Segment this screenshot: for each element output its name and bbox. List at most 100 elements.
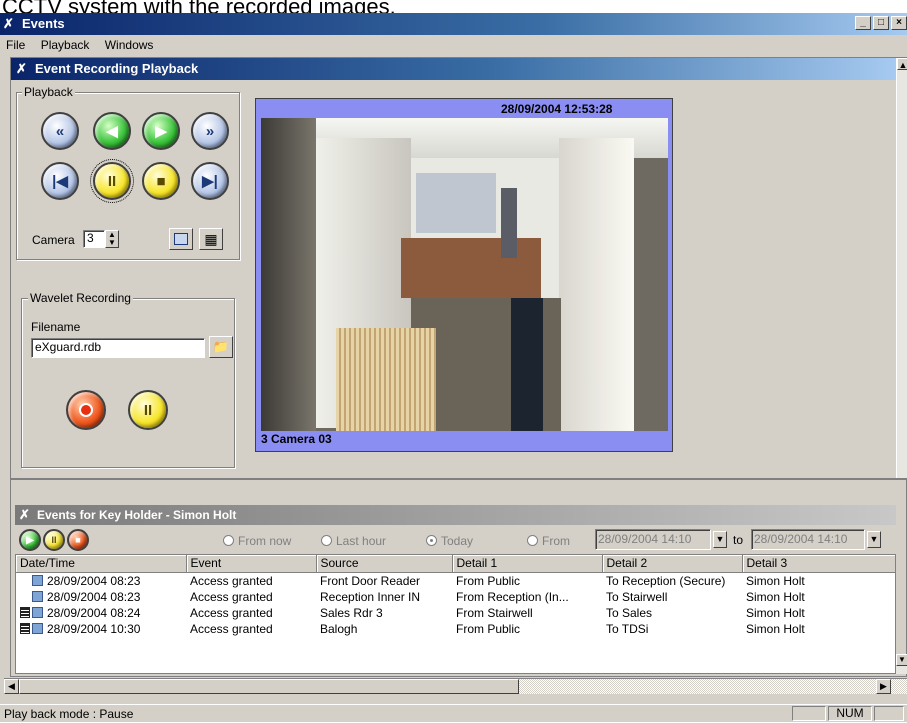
status-text: Play back mode : Pause — [4, 707, 134, 721]
playback-subwindow-title: Event Recording Playback — [35, 61, 199, 76]
camera-caption: 3 Camera 03 — [261, 432, 332, 446]
events-play-button[interactable]: ▶ — [19, 529, 41, 551]
filename-label: Filename — [31, 320, 81, 334]
table-row[interactable]: 28/09/2004 10:30 Access granted Balogh F… — [16, 621, 895, 637]
scroll-down-icon[interactable]: ▼ — [896, 654, 907, 666]
from-date-dropdown-icon[interactable]: ▼ — [713, 531, 727, 548]
events-stop-button[interactable]: ■ — [67, 529, 89, 551]
datetime-text: 28/09/2004 10:30 — [47, 621, 141, 636]
playback-group-label: Playback — [22, 85, 75, 99]
table-row[interactable]: 28/09/2004 08:23 Access granted Front Do… — [16, 572, 895, 589]
scroll-up-icon[interactable]: ▲ — [897, 58, 907, 70]
cell-detail-2: To Reception (Secure) — [606, 573, 726, 588]
camera-image — [261, 118, 668, 431]
event-icon — [32, 606, 43, 618]
cell-detail-3: Simon Holt — [746, 621, 805, 636]
browse-folder-button[interactable]: 📁 — [209, 336, 233, 358]
radio-icon — [223, 535, 234, 546]
folder-icon: 📁 — [212, 339, 230, 354]
menu-windows[interactable]: Windows — [105, 38, 154, 52]
events-app-window: Events ✗ _ □ × File Playback Windows Eve… — [0, 13, 907, 722]
horizontal-scrollbar[interactable]: ◀ ▶ — [4, 678, 907, 694]
cell-detail-2: To Stairwell — [606, 589, 668, 604]
events-title: Events for Key Holder - Simon Holt — [37, 508, 237, 522]
minimize-button[interactable]: _ — [855, 16, 871, 30]
cell-event: Access granted — [190, 589, 273, 604]
maximize-button[interactable]: □ — [873, 16, 889, 30]
film-icon[interactable] — [20, 622, 30, 634]
menu-playback[interactable]: Playback — [41, 38, 90, 52]
cell-source: Balogh — [320, 621, 358, 636]
film-icon[interactable] — [20, 606, 30, 618]
fast-forward-button[interactable]: » — [191, 112, 229, 150]
column-header-datetime[interactable]: Date/Time — [16, 555, 187, 573]
event-icon — [32, 574, 43, 586]
event-icon — [32, 622, 43, 634]
video-timestamp: 28/09/2004 12:53:28 — [501, 102, 613, 116]
cell-detail-2: To Sales — [606, 605, 653, 620]
close-button[interactable]: × — [891, 16, 907, 30]
cell-datetime: 28/09/2004 10:30 — [16, 621, 186, 637]
menu-file[interactable]: File — [6, 38, 25, 52]
to-label: to — [733, 533, 744, 547]
grid-view-button[interactable]: ▦ — [199, 228, 223, 250]
column-header-source[interactable]: Source — [316, 555, 453, 573]
vertical-scrollbar[interactable]: ▲ — [896, 58, 907, 478]
skip-last-button[interactable]: ▶| — [191, 162, 229, 200]
scrollbar-thumb[interactable] — [19, 679, 519, 694]
cell-detail-3: Simon Holt — [746, 589, 805, 604]
stop-button[interactable]: ■ — [142, 162, 180, 200]
cell-datetime: 28/09/2004 08:23 — [16, 572, 186, 589]
column-header-detail-2[interactable]: Detail 2 — [602, 555, 743, 573]
playback-subwindow-titlebar[interactable]: Event Recording Playback — [11, 58, 896, 80]
to-date-picker[interactable]: 28/09/2004 14:10 — [751, 529, 865, 550]
scroll-left-icon[interactable]: ◀ — [4, 679, 19, 694]
pause-icon: II — [143, 401, 153, 419]
table-vertical-scrollbar[interactable]: ▼ — [896, 654, 907, 674]
table-header-row: Date/Time Event Source Detail 1 Detail 2… — [16, 555, 895, 573]
scroll-right-icon[interactable]: ▶ — [876, 679, 891, 694]
to-date-dropdown-icon[interactable]: ▼ — [867, 531, 881, 548]
radio-from-now[interactable]: From now — [223, 534, 291, 548]
radio-today[interactable]: Today — [426, 534, 473, 548]
play-button[interactable]: ▶ — [142, 112, 180, 150]
window-titlebar[interactable]: Events — [0, 13, 907, 35]
camera-spinner-input[interactable]: 3 — [83, 230, 105, 248]
cell-datetime: 28/09/2004 08:24 — [16, 605, 186, 621]
from-date-picker[interactable]: 28/09/2004 14:10 — [595, 529, 711, 550]
table-row[interactable]: 28/09/2004 08:23 Access granted Receptio… — [16, 589, 895, 605]
events-pause-button[interactable]: II — [43, 529, 65, 551]
single-view-icon — [174, 233, 188, 245]
recording-pause-button[interactable]: II — [128, 390, 168, 430]
camera-spinner-arrows-icon[interactable]: ▲ ▼ — [105, 230, 119, 248]
radio-last-hour[interactable]: Last hour — [321, 534, 386, 548]
single-view-button[interactable] — [169, 228, 193, 250]
pause-button[interactable]: II — [90, 159, 134, 203]
radio-icon — [321, 535, 332, 546]
app-logo-icon: ✗ — [3, 16, 14, 31]
record-icon — [79, 403, 93, 417]
filename-input[interactable]: eXguard.rdb — [31, 338, 205, 358]
playback-subwindow: Event Recording Playback ✗ ▲ Playback « … — [10, 57, 907, 677]
events-logo-icon: ✗ — [19, 507, 30, 522]
cell-detail-1: From Reception (In... — [456, 589, 569, 604]
cell-source: Sales Rdr 3 — [320, 605, 383, 620]
column-header-detail-1[interactable]: Detail 1 — [452, 555, 603, 573]
fast-rewind-button[interactable]: « — [41, 112, 79, 150]
record-button[interactable] — [66, 390, 106, 430]
column-header-detail-3[interactable]: Detail 3 — [742, 555, 895, 573]
stop-icon: ■ — [75, 535, 81, 545]
from-date-value: 28/09/2004 14:10 — [598, 532, 692, 546]
skip-first-button[interactable]: |◀ — [41, 162, 79, 200]
cell-event: Access granted — [190, 621, 273, 636]
window-title: Events — [22, 16, 65, 31]
camera-label: Camera — [32, 233, 75, 247]
table-row[interactable]: 28/09/2004 08:24 Access granted Sales Rd… — [16, 605, 895, 621]
step-back-button[interactable]: ◀ — [93, 112, 131, 150]
column-header-event[interactable]: Event — [186, 555, 317, 573]
radio-selected-icon — [426, 535, 437, 546]
datetime-text: 28/09/2004 08:24 — [47, 605, 141, 620]
cell-detail-1: From Stairwell — [456, 605, 533, 620]
cell-datetime: 28/09/2004 08:23 — [16, 589, 186, 605]
radio-from[interactable]: From — [527, 534, 570, 548]
